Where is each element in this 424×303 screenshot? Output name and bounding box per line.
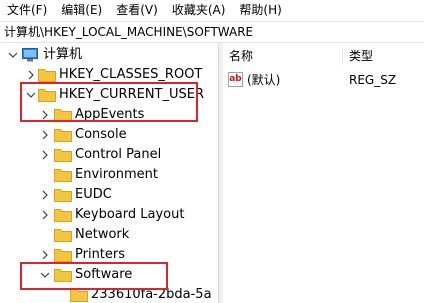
column-header-type[interactable]: 类型 — [349, 43, 373, 69]
chevron-right-icon[interactable] — [40, 130, 50, 140]
menu-file[interactable]: 文件(F) — [0, 0, 54, 21]
menu-bar: 文件(F) 编辑(E) 查看(V) 收藏夹(A) 帮助(H) — [0, 0, 424, 21]
chevron-right-icon[interactable] — [40, 250, 50, 260]
folder-icon — [54, 148, 72, 162]
menu-help[interactable]: 帮助(H) — [232, 0, 288, 21]
chevron-right-icon[interactable] — [40, 210, 50, 220]
tree-item-keyboard-layout[interactable]: Keyboard Layout — [0, 205, 218, 225]
tree-item-network[interactable]: Network — [0, 225, 218, 245]
column-divider[interactable] — [342, 49, 343, 65]
folder-icon — [54, 248, 72, 262]
values-list: 名称 类型 ab (默认) REG_SZ — [223, 43, 424, 303]
computer-icon — [22, 48, 38, 62]
folder-icon — [54, 208, 72, 222]
folder-icon — [54, 168, 72, 182]
folder-icon — [54, 188, 72, 202]
folder-icon — [38, 68, 56, 82]
tree-label-console: Console — [75, 127, 127, 142]
highlight-box-software — [20, 262, 168, 290]
tree-item-computer[interactable]: 计算机 — [0, 45, 218, 65]
tree-item-console[interactable]: Console — [0, 125, 218, 145]
folder-icon — [54, 228, 72, 242]
chevron-right-icon[interactable] — [40, 150, 50, 160]
tree-label-control-panel: Control Panel — [75, 147, 162, 162]
tree-label-eudc: EUDC — [75, 187, 112, 202]
address-bar[interactable]: 计算机\HKEY_LOCAL_MACHINE\SOFTWARE — [0, 21, 424, 43]
folder-icon — [70, 288, 88, 302]
highlight-box-hkcu — [20, 82, 198, 122]
tree-item-eudc[interactable]: EUDC — [0, 185, 218, 205]
string-value-icon: ab — [228, 72, 243, 87]
menu-view[interactable]: 查看(V) — [109, 0, 165, 21]
chevron-down-icon[interactable] — [8, 50, 18, 60]
tree-pane: 计算机 HKEY_CLASSES_ROOT HKEY_CURRENT_USER … — [0, 43, 218, 303]
menu-favorites[interactable]: 收藏夹(A) — [165, 0, 233, 21]
chevron-right-icon[interactable] — [40, 190, 50, 200]
tree-label-network: Network — [75, 227, 130, 242]
chevron-right-icon[interactable] — [26, 70, 36, 80]
tree-label-environment: Environment — [75, 167, 159, 182]
tree-label-computer: 计算机 — [43, 47, 83, 62]
column-header-name[interactable]: 名称 — [229, 43, 253, 69]
list-item[interactable]: ab (默认) REG_SZ — [223, 69, 424, 91]
folder-icon — [54, 128, 72, 142]
value-name: (默认) — [247, 73, 281, 87]
tree-item-control-panel[interactable]: Control Panel — [0, 145, 218, 165]
menu-edit[interactable]: 编辑(E) — [54, 0, 109, 21]
value-type: REG_SZ — [349, 73, 397, 87]
tree-label-keyboard-layout: Keyboard Layout — [75, 207, 185, 222]
tree-item-environment[interactable]: Environment — [0, 165, 218, 185]
